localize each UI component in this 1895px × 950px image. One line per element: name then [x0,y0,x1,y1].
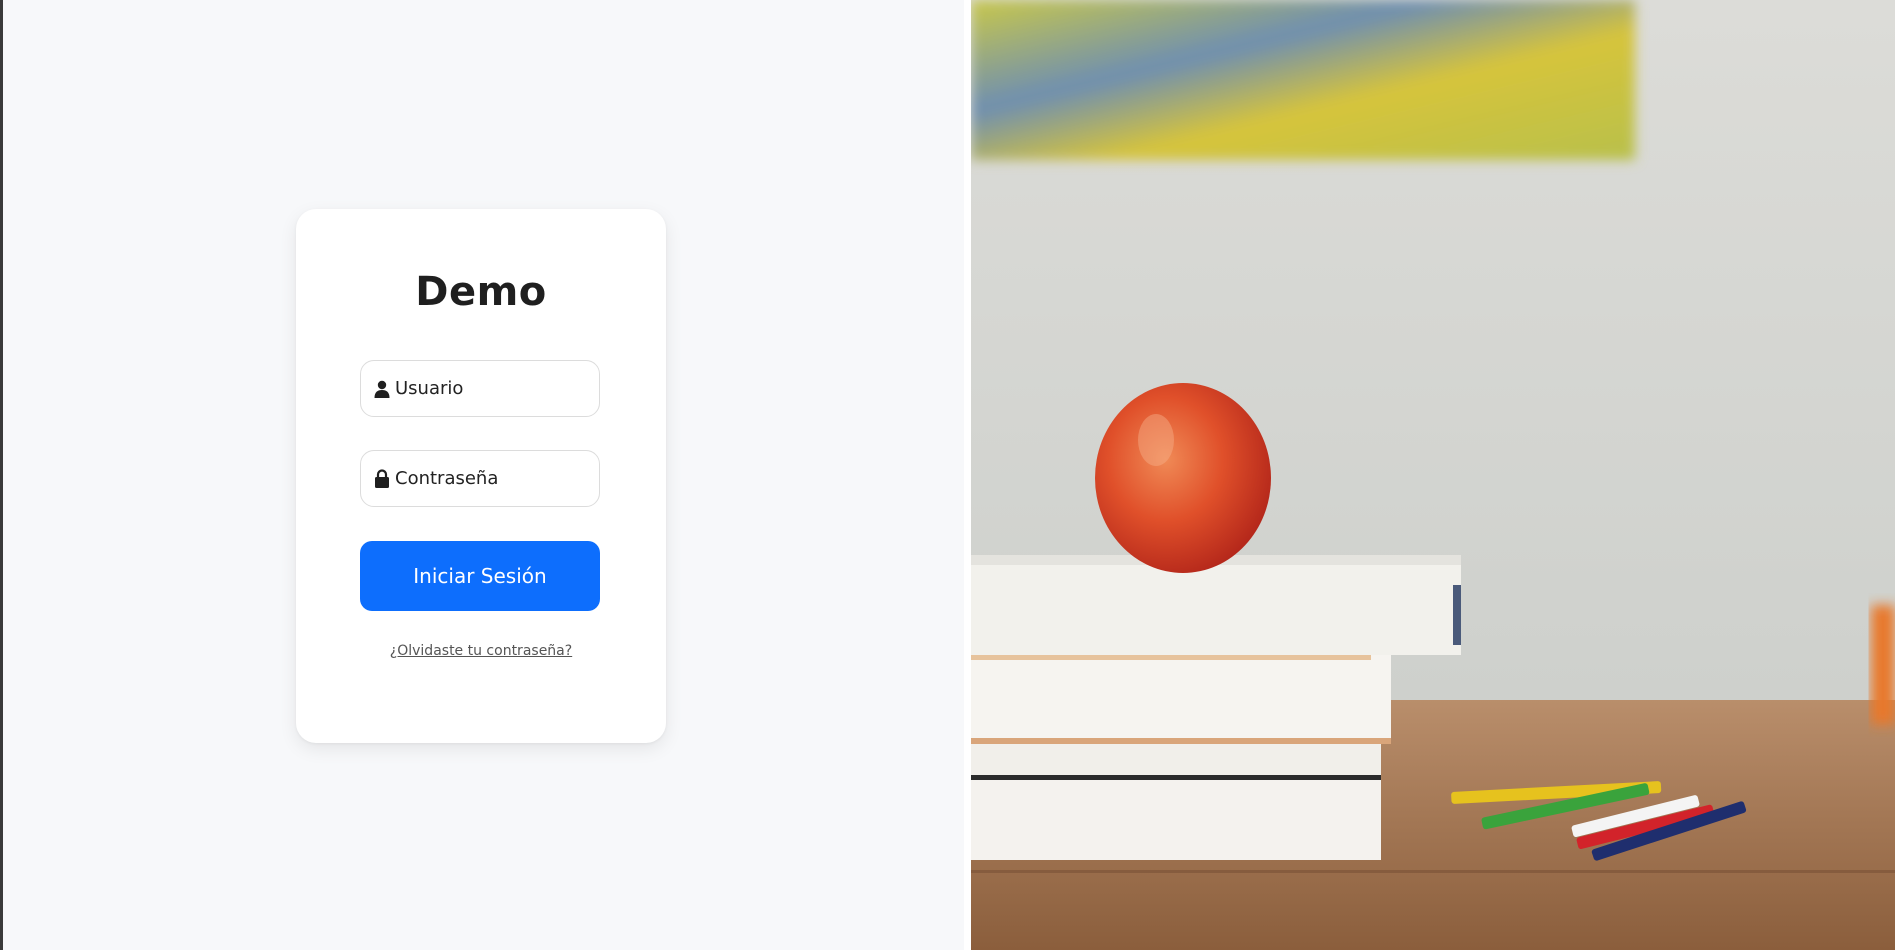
username-field[interactable] [360,360,600,417]
forgot-password-link[interactable]: ¿Olvidaste tu contraseña? [296,643,666,659]
pane-divider [964,0,971,950]
login-pane: Demo Iniciar Sesión ¿Olvidaste tu contra… [3,0,971,950]
password-field[interactable] [360,450,600,507]
password-input[interactable] [395,468,585,489]
login-button[interactable]: Iniciar Sesión [360,541,600,611]
app-title: Demo [415,269,547,315]
user-icon [373,379,391,399]
lock-icon [373,469,391,489]
hero-image [971,0,1895,950]
login-card: Demo Iniciar Sesión ¿Olvidaste tu contra… [296,209,666,743]
classroom-photo [971,0,1895,950]
username-input[interactable] [395,378,585,399]
